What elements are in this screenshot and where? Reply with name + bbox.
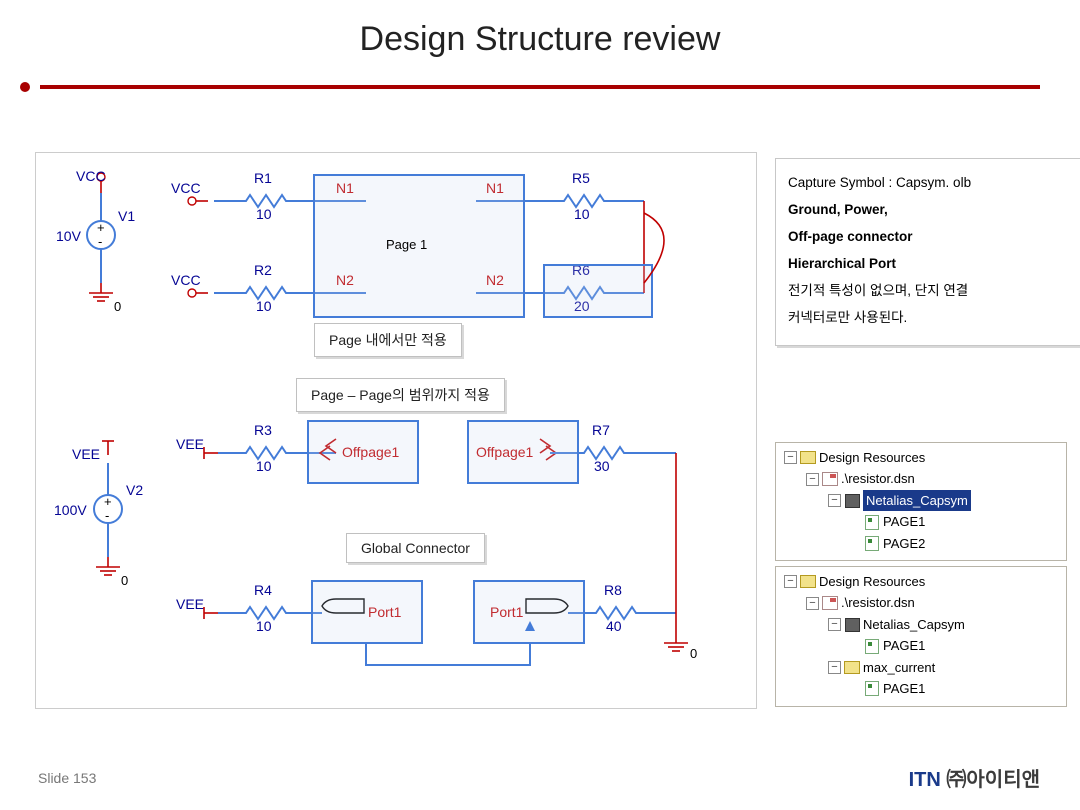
svg-text:10: 10 [256, 618, 272, 634]
slide-number: Slide 153 [38, 770, 96, 786]
svg-text:10: 10 [256, 458, 272, 474]
svg-text:0: 0 [690, 646, 697, 661]
svg-text:R5: R5 [572, 170, 590, 186]
dsn-icon [822, 472, 838, 486]
project-tree-1[interactable]: − Design Resources − .\resistor.dsn − Ne… [775, 442, 1067, 561]
brand-korean: ㈜아이티앤 [946, 769, 1040, 791]
svg-text:VEE: VEE [72, 446, 100, 462]
info-line4: Hierarchical Port [788, 256, 896, 271]
callout-global: Global Connector [346, 533, 485, 563]
page-icon [865, 681, 879, 696]
svg-text:V2: V2 [126, 482, 143, 498]
tree1-schematic[interactable]: Netalias_Capsym [863, 490, 971, 511]
schematic-icon [845, 618, 860, 632]
svg-text:R1: R1 [254, 170, 272, 186]
info-line2: Ground, Power, [788, 202, 888, 217]
folder-icon [800, 451, 816, 464]
callout-inpage: Page 내에서만 적용 [314, 323, 462, 357]
expand-icon[interactable]: − [828, 661, 841, 674]
info-line3: Off-page connector [788, 229, 913, 244]
dsn-icon [822, 596, 838, 610]
svg-text:40: 40 [606, 618, 622, 634]
svg-text:Page 1: Page 1 [386, 237, 427, 252]
schematic-icon [845, 494, 860, 508]
tree2-root[interactable]: Design Resources [819, 571, 925, 592]
svg-text:R8: R8 [604, 582, 622, 598]
expand-icon[interactable]: − [828, 494, 841, 507]
callout-offpage: Page – Page의 범위까지 적용 [296, 378, 505, 412]
expand-icon[interactable]: − [784, 575, 797, 588]
svg-text:VCC: VCC [76, 168, 106, 184]
page-icon [865, 515, 879, 530]
svg-text:10: 10 [574, 206, 590, 222]
svg-text:100V: 100V [54, 502, 87, 518]
expand-icon[interactable]: − [806, 473, 819, 486]
svg-text:VCC: VCC [171, 180, 201, 196]
slide-title: Design Structure review [0, 20, 1080, 59]
tree2-sch1-page[interactable]: PAGE1 [883, 635, 925, 656]
row-r4: VEE R4 10 Port1 Port1 R8 40 [176, 582, 676, 634]
tree2-dsn[interactable]: .\resistor.dsn [841, 592, 915, 613]
tree1-root[interactable]: Design Resources [819, 447, 925, 468]
circuit-svg: + - VCC [36, 153, 756, 708]
folder-icon [844, 661, 860, 674]
tree2-sch2-page[interactable]: PAGE1 [883, 678, 925, 699]
info-line6: 커넥터로만 사용된다. [788, 304, 1068, 331]
svg-text:0: 0 [121, 573, 128, 588]
vcc-source: VCC V1 10V 0 [56, 168, 135, 314]
folder-icon [800, 575, 816, 588]
svg-text:VCC: VCC [171, 272, 201, 288]
svg-text:10V: 10V [56, 228, 82, 244]
info-line1b: Capsym. olb [896, 175, 971, 190]
brand-itn: ITN [909, 769, 941, 791]
svg-text:0: 0 [114, 299, 121, 314]
svg-text:R7: R7 [592, 422, 610, 438]
row-r3: VEE R3 10 Offpage1 Offpage1 R7 30 [176, 422, 666, 474]
page-icon [865, 536, 879, 551]
svg-text:10: 10 [256, 298, 272, 314]
svg-text:VEE: VEE [176, 596, 204, 612]
svg-text:30: 30 [594, 458, 610, 474]
tree1-page1[interactable]: PAGE1 [883, 511, 925, 532]
page-icon [865, 639, 879, 654]
svg-text:VEE: VEE [176, 436, 204, 452]
info-box: Capture Symbol : Capsym. olb Ground, Pow… [775, 158, 1080, 346]
svg-text:R2: R2 [254, 262, 272, 278]
svg-text:R4: R4 [254, 582, 272, 598]
tree2-sch2[interactable]: max_current [863, 657, 935, 678]
title-divider [40, 85, 1040, 89]
svg-text:V1: V1 [118, 208, 135, 224]
expand-icon[interactable]: − [806, 597, 819, 610]
diagram-area: + - VCC [35, 152, 757, 709]
info-line1a: Capture Symbol : [788, 175, 896, 190]
tree1-dsn[interactable]: .\resistor.dsn [841, 468, 915, 489]
info-line5: 전기적 특성이 없으며, 단지 연결 [788, 277, 1068, 304]
expand-icon[interactable]: − [784, 451, 797, 464]
tree2-sch1[interactable]: Netalias_Capsym [863, 614, 965, 635]
svg-text:10: 10 [256, 206, 272, 222]
expand-icon[interactable]: − [828, 618, 841, 631]
svg-text:R3: R3 [254, 422, 272, 438]
project-tree-2[interactable]: − Design Resources − .\resistor.dsn − Ne… [775, 566, 1067, 707]
tree1-page2[interactable]: PAGE2 [883, 533, 925, 554]
vee-source: VEE V2 100V 0 [54, 441, 143, 588]
footer-brand: ITN ㈜아이티앤 [909, 763, 1040, 792]
